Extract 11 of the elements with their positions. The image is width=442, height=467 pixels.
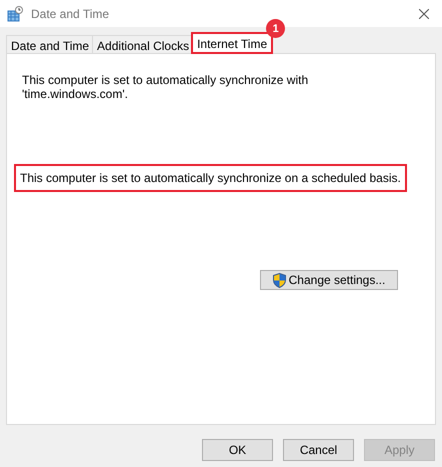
dialog-button[interactable]: OK: [202, 439, 273, 461]
calendar-clock-icon: [7, 6, 23, 22]
tab[interactable]: Internet Time: [192, 33, 272, 53]
change-settings-button[interactable]: Change settings...: [260, 270, 398, 290]
dialog-button[interactable]: Cancel: [283, 439, 354, 461]
tab[interactable]: Date and Time: [6, 35, 94, 53]
window-title: Date and Time: [31, 6, 110, 20]
close-icon[interactable]: [419, 8, 429, 18]
shield-icon: [272, 272, 286, 288]
info-text: This computer is set to automatically synchronize with 'time.windows.com'.: [22, 73, 310, 101]
info-text: This computer is set to automatically synchronize on a scheduled basis.: [16, 166, 405, 190]
